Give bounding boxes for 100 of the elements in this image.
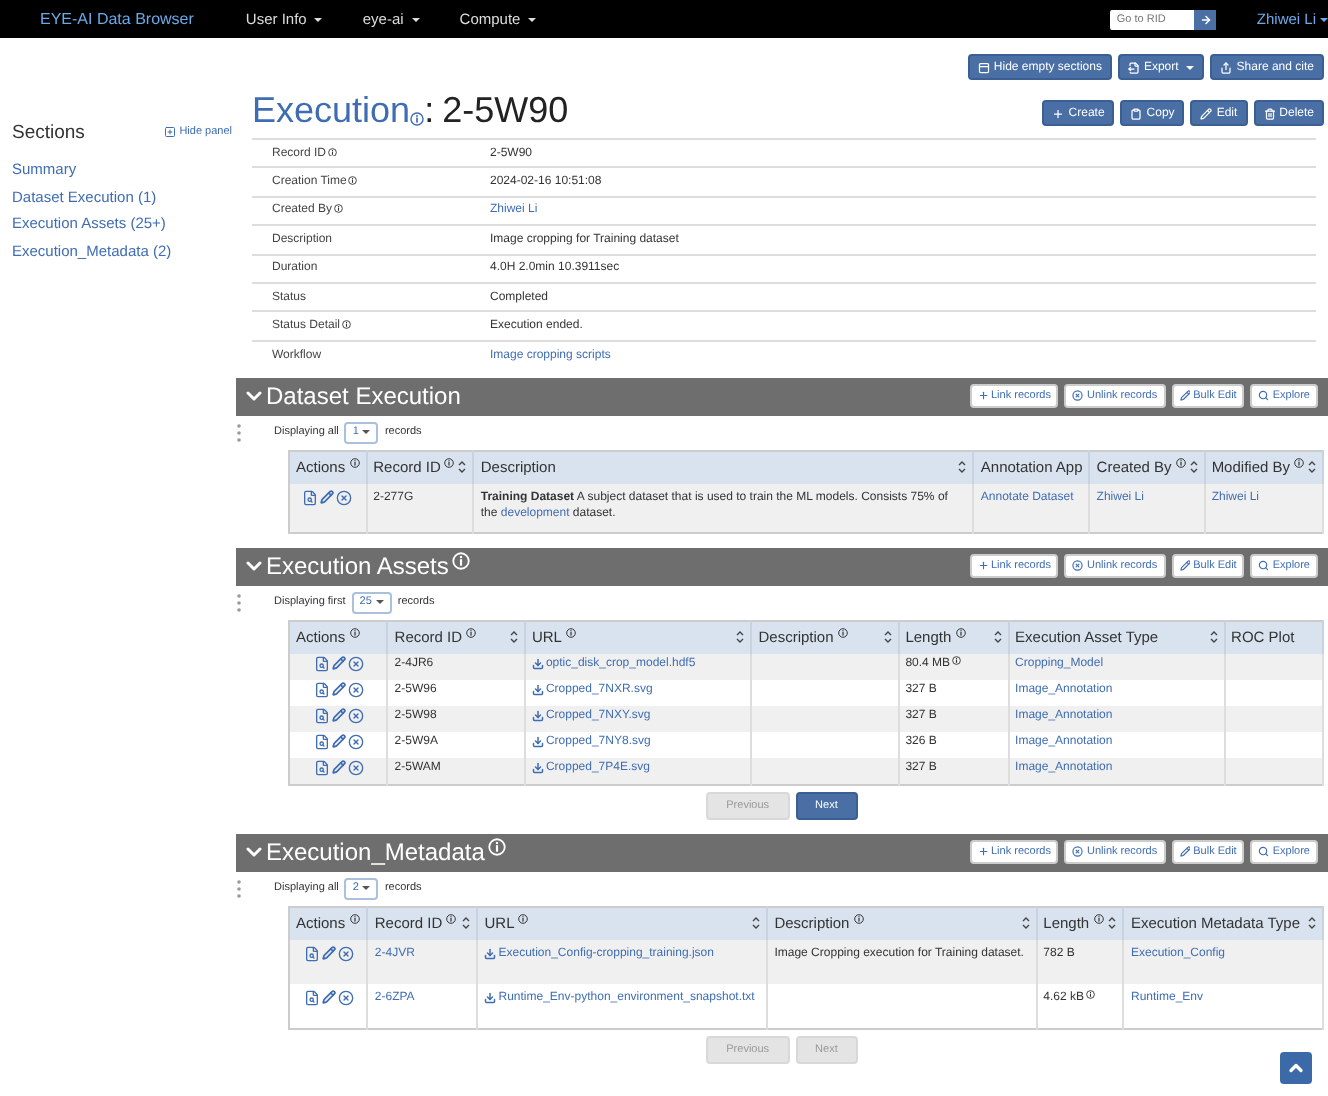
unlink-button[interactable] [347, 682, 364, 699]
sort-icon [509, 630, 518, 645]
sort-icon [1308, 460, 1316, 475]
pencil-icon [320, 490, 335, 505]
clipboard-icon [1130, 107, 1143, 119]
section-title: Dataset Execution [266, 382, 461, 411]
unlink-button[interactable] [337, 946, 354, 963]
pencil-icon [1179, 846, 1191, 858]
sort-icon [462, 916, 471, 931]
view-button[interactable] [302, 490, 319, 507]
download-icon [531, 710, 544, 723]
unlink-button[interactable] [347, 760, 364, 777]
circle-x-icon [1072, 560, 1084, 572]
circle-x-icon [347, 708, 364, 725]
sort-icon [883, 630, 892, 645]
search-icon [1258, 390, 1270, 402]
pencil-icon [1200, 107, 1213, 119]
info-icon [837, 628, 848, 639]
info-icon [452, 552, 471, 571]
download-icon [531, 736, 544, 749]
view-button[interactable] [313, 708, 330, 725]
section-title: Execution_Metadata [266, 838, 485, 867]
search-icon [1258, 846, 1270, 858]
export-icon [1127, 61, 1140, 73]
circle-x-icon [337, 946, 354, 963]
download-icon [531, 762, 544, 775]
info-icon [1086, 990, 1096, 1000]
view-button[interactable] [313, 734, 330, 751]
view-button[interactable] [303, 946, 320, 963]
plus-icon [977, 846, 988, 858]
unlink-button[interactable] [337, 990, 354, 1007]
edit-button[interactable] [320, 490, 335, 507]
info-icon [348, 176, 358, 186]
edit-button[interactable] [331, 682, 346, 699]
info-icon [955, 628, 966, 639]
sort-icon [1021, 916, 1030, 931]
view-button[interactable] [303, 990, 320, 1007]
sort-icon [1108, 916, 1117, 931]
info-icon [466, 628, 477, 639]
unlink-button[interactable] [347, 708, 364, 725]
download-icon [531, 684, 544, 697]
edit-button[interactable] [331, 708, 346, 725]
brand-link[interactable]: EYE-AI Data Browser [40, 10, 194, 28]
info-icon [853, 914, 864, 925]
pencil-icon [321, 946, 336, 961]
edit-button[interactable] [331, 760, 346, 777]
entity-title: Execution [252, 90, 411, 132]
sort-icon [752, 916, 761, 931]
file-search-icon [313, 682, 330, 699]
file-search-icon [313, 734, 330, 751]
sort-icon [736, 630, 745, 645]
drag-handle-icon[interactable] [236, 423, 242, 442]
info-icon [349, 628, 360, 639]
search-icon [1258, 560, 1270, 572]
info-icon [565, 628, 576, 639]
chevron-up-icon [1286, 1058, 1306, 1078]
sort-icon [958, 460, 967, 475]
go-button[interactable] [1194, 9, 1217, 29]
sort-icon [1189, 460, 1198, 475]
view-button[interactable] [313, 760, 330, 777]
circle-x-icon [1072, 390, 1084, 402]
unlink-button[interactable] [347, 656, 364, 673]
drag-handle-icon[interactable] [236, 593, 242, 612]
edit-button[interactable] [331, 656, 346, 673]
unlink-button[interactable] [347, 734, 364, 751]
view-button[interactable] [313, 682, 330, 699]
file-search-icon [303, 990, 320, 1007]
plus-icon [977, 390, 988, 402]
pencil-icon [331, 682, 346, 697]
file-search-icon [313, 760, 330, 777]
drag-handle-icon[interactable] [236, 879, 242, 898]
view-button[interactable] [313, 656, 330, 673]
pencil-icon [331, 760, 346, 775]
share-icon [1220, 61, 1233, 73]
pencil-icon [1179, 560, 1191, 572]
pencil-icon [331, 656, 346, 671]
file-search-icon [302, 490, 319, 507]
edit-button[interactable] [321, 946, 336, 963]
unlink-button[interactable] [336, 490, 353, 507]
edit-button[interactable] [331, 734, 346, 751]
sort-icon [458, 460, 467, 475]
info-icon [952, 656, 962, 666]
circle-x-icon [347, 760, 364, 777]
info-icon [328, 147, 338, 157]
sort-icon [1308, 916, 1316, 931]
download-icon [484, 948, 497, 961]
sidebar-title: Sections [12, 122, 85, 144]
info-icon [1175, 458, 1186, 469]
info-icon [488, 838, 507, 857]
info-icon [446, 914, 457, 925]
info-icon [349, 914, 360, 925]
download-icon [531, 658, 544, 671]
file-search-icon [313, 708, 330, 725]
edit-button[interactable] [321, 990, 336, 1007]
trash-icon [1263, 107, 1276, 119]
scroll-top-button[interactable] [1280, 1052, 1312, 1084]
file-search-icon [313, 656, 330, 673]
info-icon [342, 320, 352, 330]
title-separator: : [424, 90, 435, 132]
section-title: Execution Assets [266, 552, 449, 581]
